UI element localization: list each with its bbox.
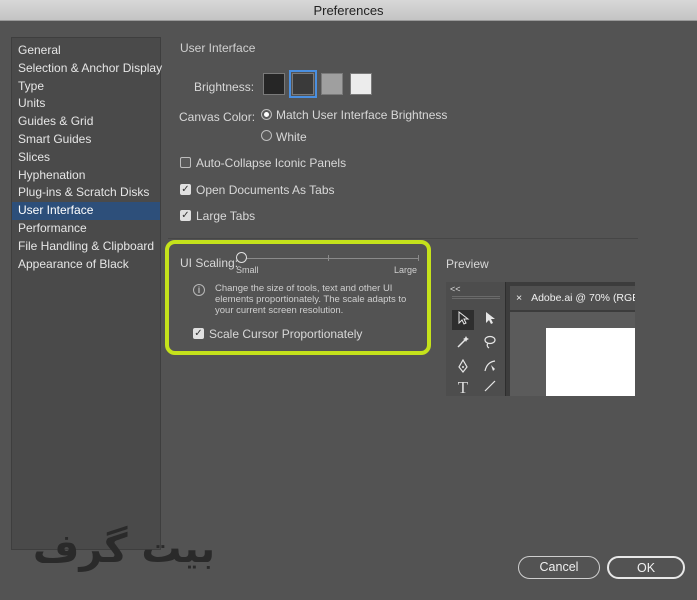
window-title: Preferences	[0, 0, 697, 21]
sidebar-item-general[interactable]: General	[12, 42, 160, 60]
ok-button[interactable]: OK	[607, 556, 685, 579]
preview-toolbar: << T	[446, 282, 506, 396]
document-tab-title: Adobe.ai @ 70% (RGB/	[531, 292, 635, 304]
sidebar-item-selection-anchor-display[interactable]: Selection & Anchor Display	[12, 60, 162, 78]
open-as-tabs-checkbox[interactable]: ✓	[180, 184, 191, 195]
collapse-icon: <<	[450, 284, 461, 294]
sidebar-item-smart-guides[interactable]: Smart Guides	[12, 131, 160, 149]
brightness-label: Brightness:	[194, 80, 255, 94]
pen-tool-icon	[452, 358, 474, 378]
canvas-color-white-radio[interactable]	[261, 130, 272, 141]
sidebar-item-appearance-of-black[interactable]: Appearance of Black	[12, 256, 160, 274]
section-title: User Interface	[180, 41, 256, 55]
sidebar-item-file-handling-clipboard[interactable]: File Handling & Clipboard	[12, 238, 160, 256]
brightness-swatch-darkest[interactable]	[263, 73, 285, 95]
sidebar-item-units[interactable]: Units	[12, 95, 160, 113]
section-divider	[168, 238, 638, 239]
sidebar-item-type[interactable]: Type	[12, 78, 160, 96]
preferences-sidebar: General Selection & Anchor Display Type …	[11, 37, 162, 550]
large-tabs-label[interactable]: Large Tabs	[196, 209, 255, 223]
sidebar-item-user-interface[interactable]: User Interface	[12, 202, 160, 220]
large-tabs-checkbox[interactable]: ✓	[180, 210, 191, 221]
preview-document-tab: × Adobe.ai @ 70% (RGB/	[510, 286, 635, 310]
auto-collapse-checkbox[interactable]	[180, 157, 191, 168]
line-tool-icon	[479, 378, 501, 396]
canvas-color-match-radio[interactable]	[261, 109, 272, 120]
canvas-color-match-label[interactable]: Match User Interface Brightness	[276, 108, 447, 122]
sidebar-item-slices[interactable]: Slices	[12, 149, 160, 167]
canvas-color-label: Canvas Color:	[179, 110, 256, 124]
sidebar-item-guides-grid[interactable]: Guides & Grid	[12, 113, 160, 131]
sidebar-item-hyphenation[interactable]: Hyphenation	[12, 167, 160, 185]
ui-scaling-highlight	[165, 240, 431, 355]
preview-label: Preview	[446, 257, 489, 271]
type-tool-icon: T	[457, 378, 469, 396]
brightness-swatch-dark[interactable]	[289, 70, 317, 98]
selection-tool-icon	[452, 310, 474, 330]
panel-grip-icon	[452, 296, 500, 299]
cancel-button[interactable]: Cancel	[518, 556, 600, 579]
brightness-swatch-light[interactable]	[350, 73, 372, 95]
close-icon: ×	[516, 292, 523, 304]
magic-wand-tool-icon	[452, 334, 474, 354]
svg-text:بیت گرف: بیت گرف	[33, 525, 215, 572]
direct-selection-tool-icon	[479, 310, 501, 330]
sidebar-item-plugins-scratch-disks[interactable]: Plug-ins & Scratch Disks	[12, 184, 160, 202]
auto-collapse-label[interactable]: Auto-Collapse Iconic Panels	[196, 156, 346, 170]
sidebar-item-performance[interactable]: Performance	[12, 220, 160, 238]
brightness-swatch-medium[interactable]	[321, 73, 343, 95]
canvas-color-white-label[interactable]: White	[276, 130, 307, 144]
preview-pane: << T × Adobe.ai @ 70% (RGB/	[446, 282, 635, 396]
preview-artboard	[546, 328, 635, 396]
open-as-tabs-label[interactable]: Open Documents As Tabs	[196, 183, 335, 197]
curvature-tool-icon	[479, 358, 501, 378]
lasso-tool-icon	[479, 334, 501, 354]
watermark-logo: بیت گرف	[33, 525, 215, 572]
